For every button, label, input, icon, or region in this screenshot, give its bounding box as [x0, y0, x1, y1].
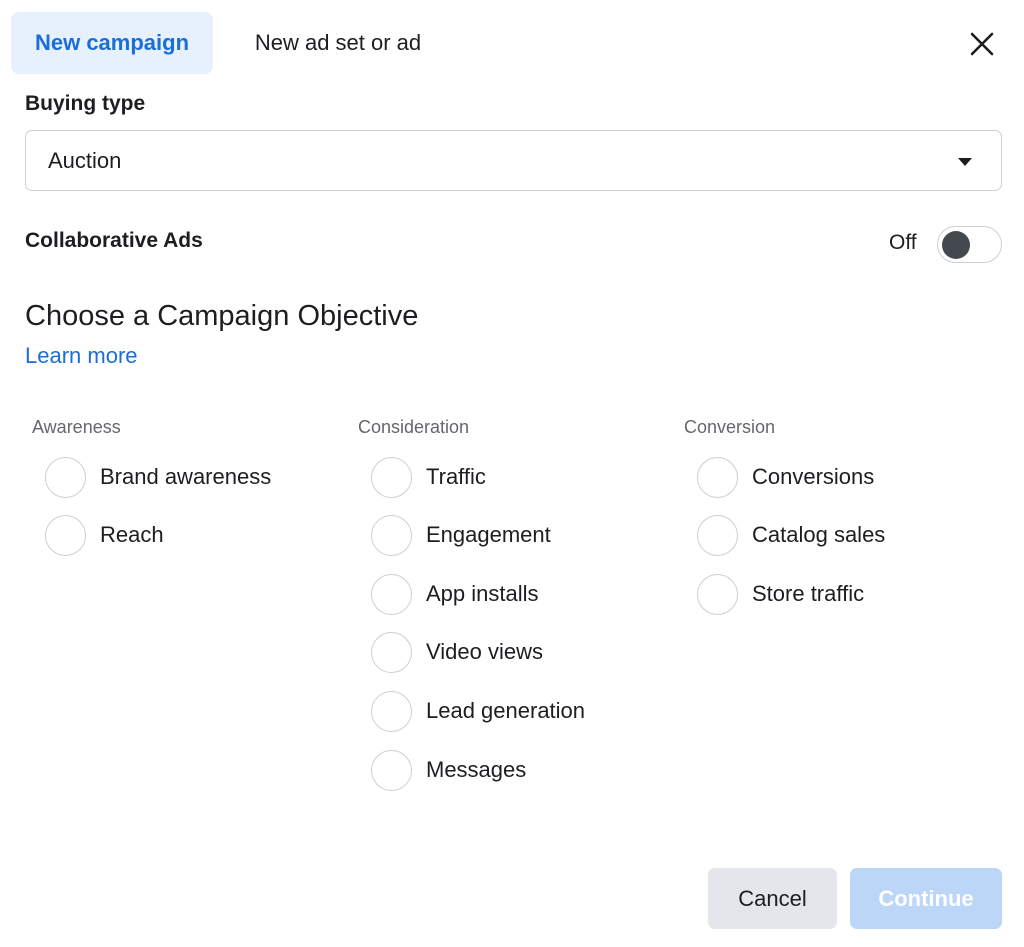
objective-option[interactable]: Engagement: [371, 514, 661, 556]
option-label: Conversions: [752, 464, 875, 489]
option-label: Catalog sales: [752, 522, 886, 547]
column-header: Conversion: [684, 417, 776, 437]
buying-type-value: Auction: [48, 147, 122, 173]
option-label: Reach: [100, 522, 164, 547]
radio-button[interactable]: [371, 631, 412, 673]
objective-option[interactable]: Brand awareness: [45, 456, 335, 498]
objective-option[interactable]: Store traffic: [697, 573, 987, 615]
radio-button[interactable]: [371, 456, 412, 498]
learn-more-link[interactable]: Learn more: [25, 343, 138, 369]
column-header: Consideration: [358, 417, 470, 437]
option-label: Lead generation: [426, 698, 586, 723]
column-header: Awareness: [32, 417, 121, 437]
radio-button[interactable]: [697, 514, 738, 556]
radio-button[interactable]: [371, 749, 412, 791]
close-button[interactable]: [960, 22, 1004, 66]
buying-type-select[interactable]: Auction: [25, 130, 1002, 191]
option-label: Engagement: [426, 522, 551, 547]
objective-title: Choose a Campaign Objective: [25, 300, 419, 332]
objective-option[interactable]: Video views: [371, 631, 661, 673]
objective-option[interactable]: App installs: [371, 573, 661, 615]
radio-button[interactable]: [371, 573, 412, 615]
objective-option[interactable]: Conversions: [697, 456, 987, 498]
radio-button[interactable]: [45, 456, 86, 498]
objective-option[interactable]: Catalog sales: [697, 514, 987, 556]
continue-button[interactable]: Continue: [850, 868, 1002, 929]
close-icon: [970, 32, 994, 56]
collaborative-ads-state: Off: [889, 231, 917, 254]
option-label: App installs: [426, 581, 539, 606]
option-label: Video views: [426, 639, 543, 664]
option-label: Brand awareness: [100, 464, 272, 489]
option-label: Messages: [426, 757, 527, 782]
tab-new-ad-set-or-ad[interactable]: New ad set or ad: [233, 12, 443, 74]
cancel-button[interactable]: Cancel: [708, 868, 837, 929]
option-label: Store traffic: [752, 581, 865, 606]
objective-option[interactable]: Traffic: [371, 456, 661, 498]
objective-option[interactable]: Reach: [45, 514, 335, 556]
collaborative-ads-label: Collaborative Ads: [25, 229, 203, 252]
radio-button[interactable]: [371, 690, 412, 732]
toggle-knob: [942, 231, 970, 259]
radio-button[interactable]: [371, 514, 412, 556]
objective-option[interactable]: Lead generation: [371, 690, 661, 732]
objective-option[interactable]: Messages: [371, 749, 661, 791]
radio-button[interactable]: [45, 514, 86, 556]
collaborative-ads-toggle[interactable]: [937, 226, 1002, 263]
caret-down-icon: [958, 158, 972, 166]
radio-button[interactable]: [697, 573, 738, 615]
campaign-dialog: New campaign New ad set or ad Buying typ…: [0, 0, 1024, 947]
radio-button[interactable]: [697, 456, 738, 498]
tab-new-campaign[interactable]: New campaign: [11, 12, 213, 74]
buying-type-label: Buying type: [25, 92, 146, 115]
option-label: Traffic: [426, 464, 486, 489]
